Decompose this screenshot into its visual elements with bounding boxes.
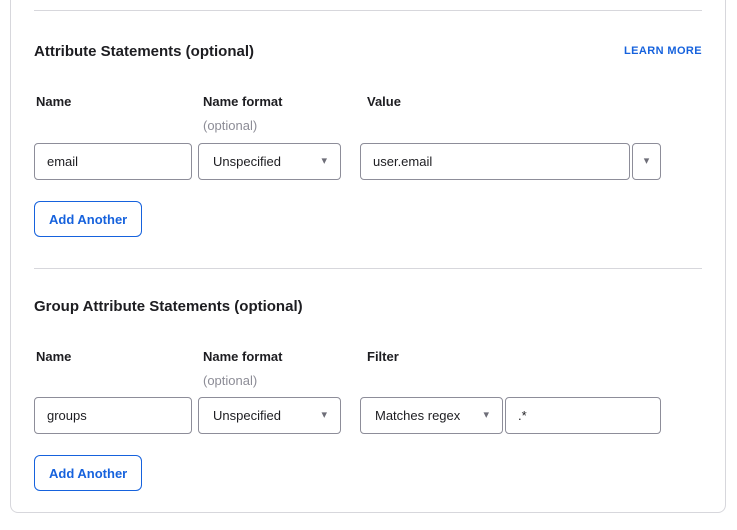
name-format-column-label: Name format (198, 350, 341, 363)
chevron-down-icon: ▾ (321, 410, 327, 421)
group-attribute-name-input[interactable] (34, 397, 192, 434)
settings-card: Attribute Statements (optional) LEARN MO… (10, 0, 726, 513)
group-attribute-filter-group: Matches regex ▾ (360, 397, 661, 434)
name-format-optional-note: (optional) (198, 119, 341, 132)
name-format-column-label: Name format (198, 95, 341, 108)
column-header-name: Name (34, 95, 192, 132)
group-attribute-column-headers: Name Name format (optional) Filter (34, 350, 702, 387)
group-attribute-filter-type-selected-value: Matches regex (375, 408, 460, 423)
attribute-column-headers: Name Name format (optional) Value (34, 95, 702, 132)
column-header-name-format: Name format (optional) (198, 350, 341, 387)
group-attribute-statements-title: Group Attribute Statements (optional) (34, 299, 303, 315)
attribute-value-input[interactable] (360, 143, 630, 180)
column-header-name: Name (34, 350, 192, 387)
group-attribute-filter-type-select[interactable]: Matches regex ▾ (360, 397, 503, 434)
column-header-name-format: Name format (optional) (198, 95, 341, 132)
add-another-attribute-button[interactable]: Add Another (34, 201, 142, 237)
section-divider (34, 268, 702, 269)
group-attribute-statements-header-row: Group Attribute Statements (optional) (34, 299, 702, 315)
group-attribute-name-cell (34, 397, 192, 434)
attribute-value-cell: ▾ (360, 143, 702, 180)
attribute-value-dropdown-button[interactable]: ▾ (632, 143, 661, 180)
chevron-down-icon: ▾ (483, 410, 489, 421)
attribute-statements-title: Attribute Statements (optional) (34, 44, 254, 60)
chevron-down-icon: ▾ (321, 156, 327, 167)
name-column-label: Name (34, 95, 192, 108)
attribute-name-format-selected-value: Unspecified (213, 154, 281, 169)
attribute-name-format-cell: Unspecified ▾ (198, 143, 341, 180)
group-attribute-filter-cell: Matches regex ▾ (360, 397, 702, 434)
attribute-statements-header-row: Attribute Statements (optional) LEARN MO… (34, 44, 702, 60)
name-column-label: Name (34, 350, 192, 363)
column-gap (341, 350, 360, 387)
attribute-name-format-select[interactable]: Unspecified ▾ (198, 143, 341, 180)
column-gap (341, 143, 360, 180)
group-attribute-name-format-selected-value: Unspecified (213, 408, 281, 423)
column-header-value: Value (360, 95, 702, 132)
section-divider (34, 10, 702, 11)
group-attribute-statement-row: Unspecified ▾ Matches regex ▾ (34, 397, 702, 434)
column-gap (341, 397, 360, 434)
group-attribute-name-format-select[interactable]: Unspecified ▾ (198, 397, 341, 434)
add-another-group-attribute-button[interactable]: Add Another (34, 455, 142, 491)
attribute-statement-row: Unspecified ▾ ▾ (34, 143, 702, 180)
column-header-filter: Filter (360, 350, 702, 387)
name-format-optional-note: (optional) (198, 374, 341, 387)
card-content: Attribute Statements (optional) LEARN MO… (11, 10, 725, 491)
value-column-label: Value (360, 95, 702, 108)
group-attribute-name-format-cell: Unspecified ▾ (198, 397, 341, 434)
attribute-name-cell (34, 143, 192, 180)
column-gap (341, 95, 360, 132)
attribute-name-input[interactable] (34, 143, 192, 180)
filter-column-label: Filter (360, 350, 702, 363)
group-attribute-filter-value-input[interactable] (505, 397, 661, 434)
learn-more-link[interactable]: LEARN MORE (624, 45, 702, 58)
chevron-down-icon: ▾ (644, 156, 650, 167)
attribute-value-combobox: ▾ (360, 143, 661, 180)
